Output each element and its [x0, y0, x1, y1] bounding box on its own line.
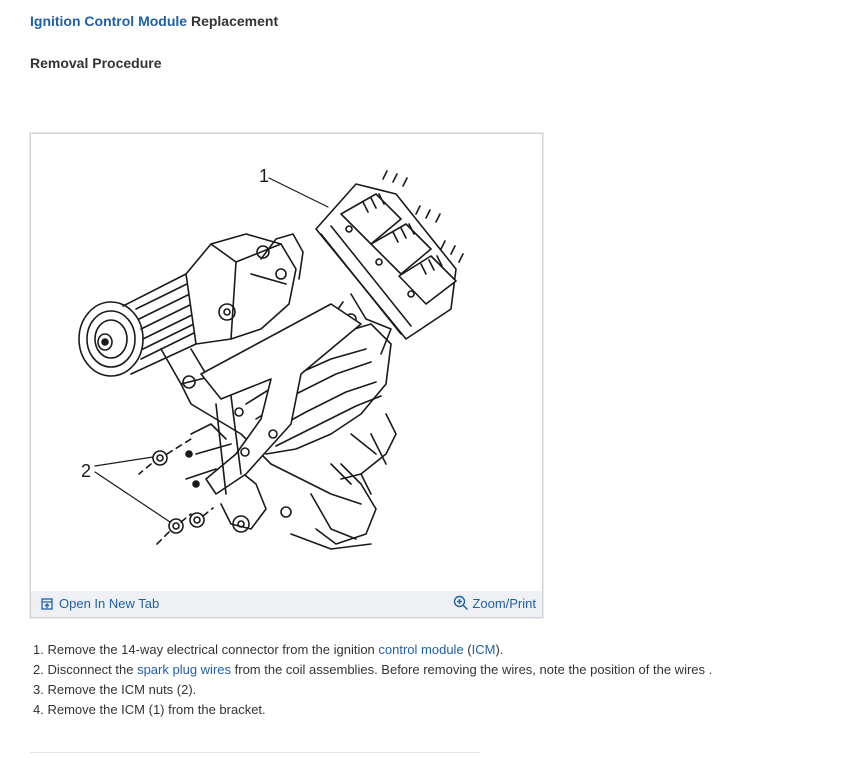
- step-text: Remove the ICM (1) from the bracket.: [47, 702, 266, 717]
- title-rest: Replacement: [187, 13, 279, 29]
- page-title: Ignition Control Module Replacement: [30, 13, 278, 29]
- step-text: (: [463, 642, 472, 657]
- callout-1: 1: [259, 166, 269, 186]
- open-in-new-tab-link[interactable]: Open In New Tab: [41, 596, 159, 611]
- zoom-magnifier-icon: [454, 595, 469, 610]
- step-text: ).: [495, 642, 504, 657]
- icm-link[interactable]: ICM: [472, 642, 496, 657]
- figure-panel: 1 2 Open In New Tab Zoom/Print: [30, 133, 543, 618]
- divider: [30, 752, 480, 753]
- step-item: 4. Remove the ICM (1) from the bracket.: [33, 700, 712, 720]
- procedure-steps: 1. Remove the 14-way electrical connecto…: [33, 640, 712, 720]
- figure-toolbar: Open In New Tab Zoom/Print: [31, 591, 542, 617]
- step-item: 2. Disconnect the spark plug wires from …: [33, 660, 712, 680]
- step-text: Remove the 14-way electrical connector f…: [47, 642, 379, 657]
- title-link[interactable]: Ignition Control Module: [30, 13, 187, 29]
- open-new-tab-icon: [41, 597, 53, 610]
- zoom-print-label: Zoom/Print: [472, 595, 536, 611]
- step-item: 1. Remove the 14-way electrical connecto…: [33, 640, 712, 660]
- section-subtitle: Removal Procedure: [30, 55, 162, 71]
- step-text: Disconnect the: [47, 662, 138, 677]
- zoom-print-link[interactable]: Zoom/Print: [453, 595, 536, 611]
- step-item: 3. Remove the ICM nuts (2).: [33, 680, 712, 700]
- step-number: 1.: [33, 642, 44, 657]
- open-in-new-tab-label: Open In New Tab: [59, 596, 160, 611]
- step-number: 2.: [33, 662, 44, 677]
- spark-plug-wires-link[interactable]: spark plug wires: [137, 662, 231, 677]
- callout-layer: 1 2: [81, 166, 269, 481]
- step-number: 3.: [33, 682, 44, 697]
- step-text: Remove the ICM nuts (2).: [47, 682, 197, 697]
- control-module-link[interactable]: control module: [378, 642, 463, 657]
- step-text: from the coil assemblies. Before removin…: [231, 662, 713, 677]
- callout-2: 2: [81, 461, 91, 481]
- step-number: 4.: [33, 702, 44, 717]
